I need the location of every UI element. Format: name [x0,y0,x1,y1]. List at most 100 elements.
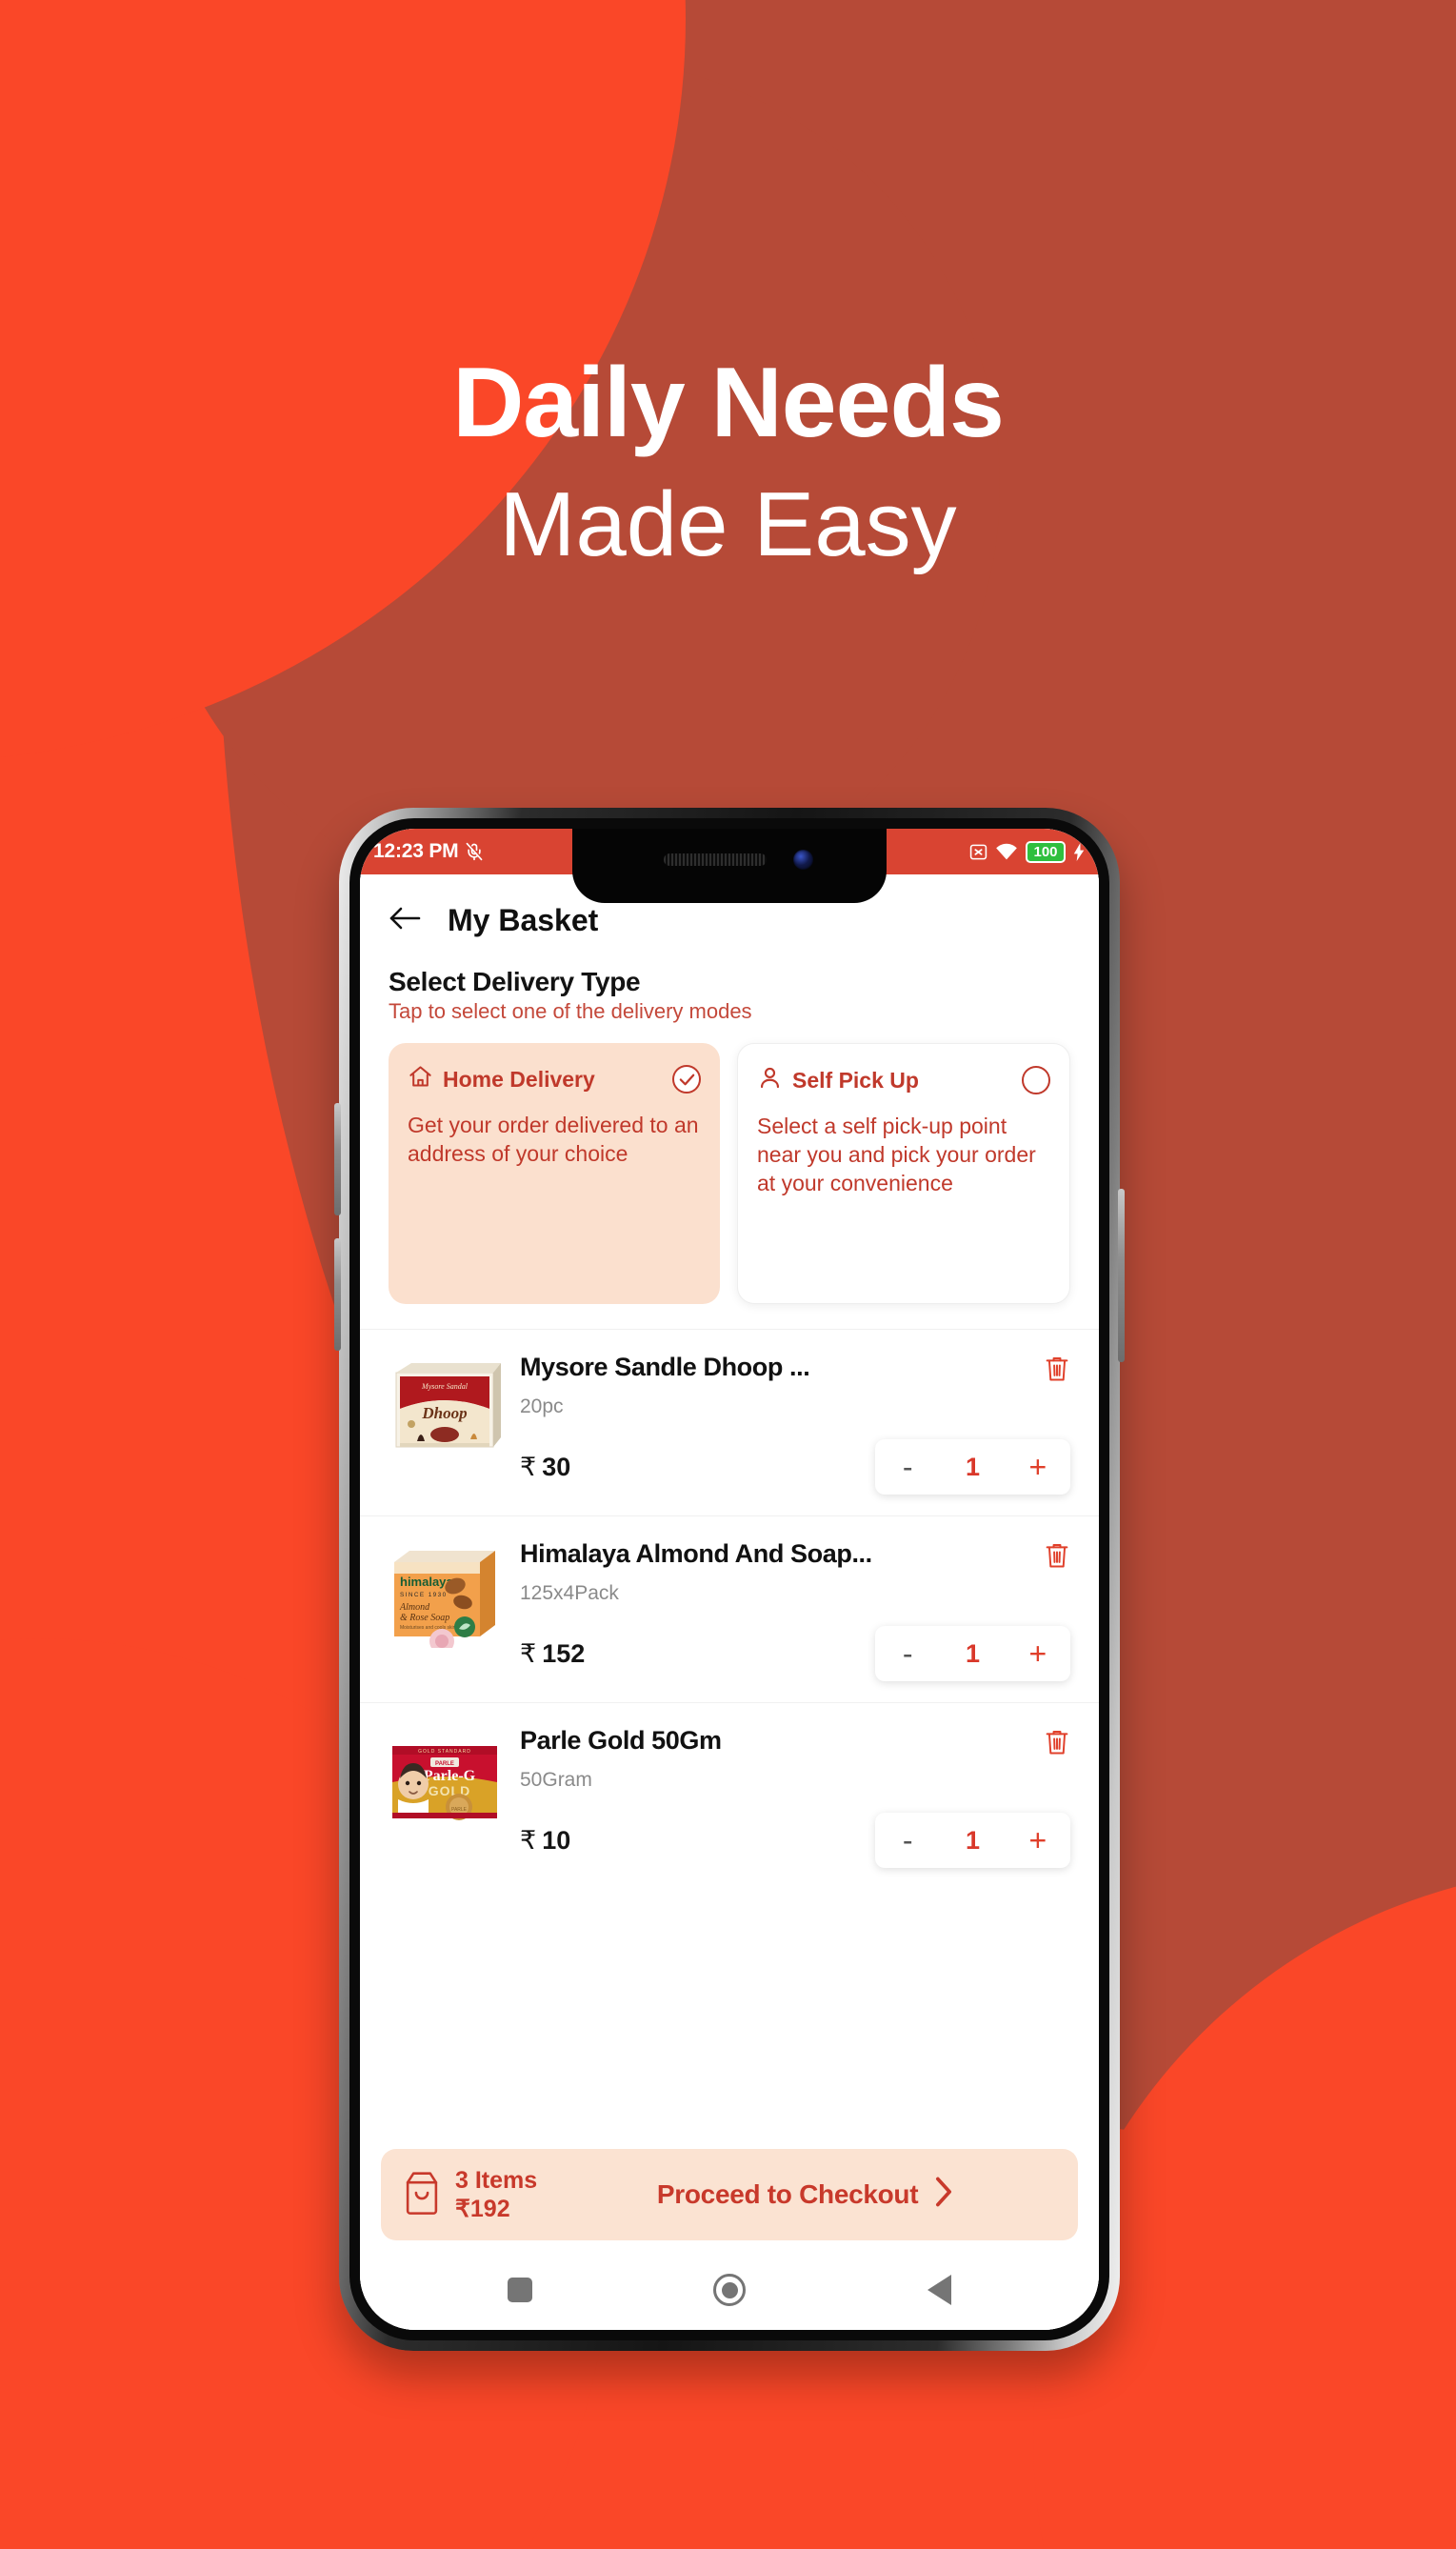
self-pick-up-description: Select a self pick-up point near you and… [757,1114,1036,1195]
back-arrow-icon[interactable] [389,904,421,937]
basket-product-list: Mysore Sandal Dhoop Mysore Sandle Dhoop … [360,1329,1099,1889]
delivery-option-home-delivery[interactable]: Home Delivery Get your order delivered t… [389,1043,720,1304]
quantity-stepper[interactable]: - 1 + [875,1626,1070,1681]
price-value: 152 [542,1638,586,1668]
delivery-option-self-pick-up[interactable]: Self Pick Up Select a self pick-up point… [737,1043,1070,1304]
product-info: Himalaya Almond And Soap... 125x4Pack ₹ … [520,1539,1070,1681]
back-triangle-icon[interactable] [927,2275,951,2305]
volume-up-button[interactable] [334,1103,341,1215]
currency-symbol: ₹ [520,1825,537,1855]
checkout-bar-container: 3 Items ₹192 Proceed to Checkout [360,2134,1099,2250]
home-icon [408,1064,433,1094]
cart-summary: 3 Items ₹192 [402,2166,537,2223]
svg-text:Mysore Sandal: Mysore Sandal [421,1382,469,1391]
delivery-section-subheading: Tap to select one of the delivery modes [389,999,752,1023]
recents-square-icon[interactable] [508,2278,533,2302]
svg-text:GOLD STANDARD: GOLD STANDARD [418,1749,471,1755]
phone-mockup: 12:23 PM 100 My Basket Select Delivery T… [334,808,1125,2351]
mute-icon [465,842,484,861]
decrease-quantity-button[interactable]: - [875,1825,940,1856]
svg-text:PARLE: PARLE [451,1807,468,1813]
product-price: ₹10 [520,1826,570,1856]
promo-headline: Daily Needs Made Easy [0,348,1456,580]
delivery-type-section: Select Delivery Type Tap to select one o… [360,957,1099,1304]
svg-text:Almond: Almond [399,1602,430,1613]
battery-indicator: 100 [1026,840,1066,863]
decrease-quantity-button[interactable]: - [875,1452,940,1482]
price-value: 30 [542,1452,571,1481]
home-circle-icon[interactable] [713,2274,747,2306]
product-thumbnail-mysore-sandle-dhoop: Mysore Sandal Dhoop [389,1353,501,1465]
phone-screen: 12:23 PM 100 My Basket Select Delivery T… [360,829,1099,2330]
svg-text:SINCE 1930: SINCE 1930 [400,1592,448,1598]
shopping-bag-icon [402,2171,442,2219]
app-scroll-area[interactable]: My Basket Select Delivery Type Tap to se… [360,874,1099,2134]
signal-x-icon [969,843,987,861]
cart-total-amount: ₹192 [455,2196,510,2222]
earpiece-speaker-icon [664,853,767,866]
checkout-cta[interactable]: Proceed to Checkout [554,2177,1057,2214]
quantity-stepper[interactable]: - 1 + [875,1439,1070,1495]
table-row[interactable]: Mysore Sandal Dhoop Mysore Sandle Dhoop … [360,1329,1099,1515]
delivery-section-heading: Select Delivery Type [389,967,641,996]
increase-quantity-button[interactable]: + [1006,1452,1070,1482]
person-icon [757,1065,783,1095]
android-navigation-bar [360,2250,1099,2330]
home-delivery-header: Home Delivery [408,1064,701,1094]
currency-symbol: ₹ [520,1638,537,1668]
product-thumbnail-himalaya-almond-soap: himalaya SINCE 1930 Almond & Rose Soap M… [389,1539,501,1652]
product-name: Himalaya Almond And Soap... [520,1539,872,1568]
table-row[interactable]: GOLD STANDARD PARLE Parle-G GOLD PARLE P… [360,1702,1099,1889]
status-bar-left: 12:23 PM [373,840,484,863]
phone-notch [572,829,887,903]
self-pick-up-radio-unchecked[interactable] [1022,1066,1050,1094]
headline-line-2: Made Easy [499,473,957,576]
cart-items-count: 3 Items [455,2167,538,2194]
cart-text-group: 3 Items ₹192 [455,2166,537,2223]
trash-icon[interactable] [1044,1539,1070,1575]
product-price: ₹152 [520,1639,585,1669]
product-unit: 125x4Pack [520,1582,619,1604]
svg-text:& Rose Soap: & Rose Soap [400,1613,449,1623]
chevron-right-icon [933,2177,954,2214]
svg-text:PARLE: PARLE [435,1761,454,1767]
table-row[interactable]: himalaya SINCE 1930 Almond & Rose Soap M… [360,1515,1099,1702]
page-title: My Basket [448,903,599,937]
product-info: Mysore Sandle Dhoop ... 20pc ₹ 30 - 1 + [520,1353,1070,1495]
increase-quantity-button[interactable]: + [1006,1825,1070,1856]
svg-text:Dhoop: Dhoop [421,1404,467,1422]
home-delivery-description: Get your order delivered to an address o… [408,1113,699,1166]
self-pick-up-header: Self Pick Up [757,1065,1050,1095]
price-value: 10 [542,1825,571,1855]
increase-quantity-button[interactable]: + [1006,1638,1070,1669]
power-button[interactable] [1118,1189,1125,1362]
quantity-value: 1 [965,1638,980,1668]
decrease-quantity-button[interactable]: - [875,1638,940,1669]
home-delivery-radio-checked[interactable] [672,1065,701,1094]
quantity-value: 1 [965,1452,980,1481]
volume-down-button[interactable] [334,1238,341,1351]
product-price: ₹30 [520,1453,570,1482]
proceed-to-checkout-bar[interactable]: 3 Items ₹192 Proceed to Checkout [381,2149,1078,2240]
home-delivery-title: Home Delivery [443,1066,595,1092]
delivery-options: Home Delivery Get your order delivered t… [389,1043,1070,1304]
headline-line-1: Daily Needs [452,348,1005,458]
product-name: Parle Gold 50Gm [520,1726,722,1755]
checkout-cta-label: Proceed to Checkout [656,2179,919,2209]
svg-text:Parle-G: Parle-G [424,1768,476,1784]
svg-text:Moisturises and cools skin: Moisturises and cools skin [400,1625,456,1631]
quantity-stepper[interactable]: - 1 + [875,1813,1070,1868]
trash-icon[interactable] [1044,1726,1070,1761]
charging-bolt-icon [1073,842,1086,861]
quantity-value: 1 [965,1825,980,1855]
self-pick-up-title: Self Pick Up [792,1067,919,1093]
product-thumbnail-parle-gold: GOLD STANDARD PARLE Parle-G GOLD PARLE [389,1726,501,1838]
product-unit: 50Gram [520,1769,592,1791]
trash-icon[interactable] [1044,1353,1070,1388]
status-bar-right: 100 [969,840,1086,863]
promo-background: Daily Needs Made Easy 12:23 PM 100 My Ba… [0,0,1456,2549]
currency-symbol: ₹ [520,1452,537,1481]
product-info: Parle Gold 50Gm 50Gram ₹ 10 - 1 + [520,1726,1070,1868]
wifi-icon [995,842,1018,861]
status-time: 12:23 PM [373,840,459,862]
